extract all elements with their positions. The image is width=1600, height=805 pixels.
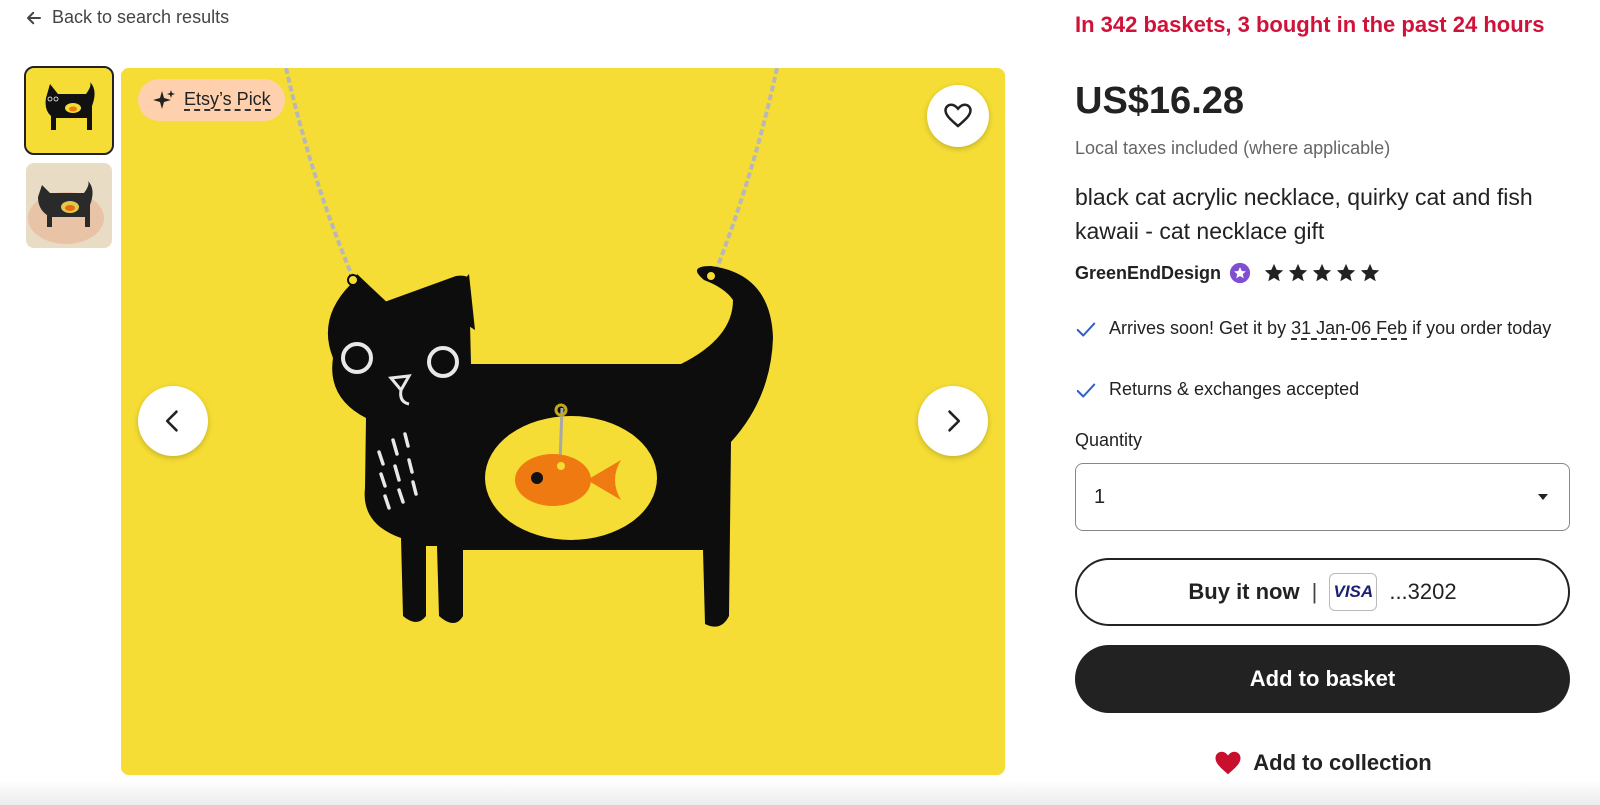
cat-necklace-hand-thumbnail: [26, 163, 112, 248]
previous-image-button[interactable]: [138, 386, 208, 456]
star-icon: [1360, 263, 1380, 282]
thumbnail-1[interactable]: [24, 66, 114, 155]
social-proof-text: In 342 baskets, 3 bought in the past 24 …: [1075, 12, 1545, 37]
checkmark-icon: [1076, 322, 1096, 337]
add-to-collection-button[interactable]: Add to collection: [1075, 748, 1570, 778]
heart-filled-icon: [1215, 751, 1241, 775]
cat-necklace-photo: [121, 68, 1005, 775]
seller-name-link[interactable]: GreenEndDesign: [1075, 263, 1221, 284]
next-image-button[interactable]: [918, 386, 988, 456]
chevron-left-icon: [165, 410, 178, 432]
returns-perk-text: Returns & exchanges accepted: [1109, 379, 1360, 399]
etsys-pick-label: Etsy’s Pick: [184, 89, 271, 111]
product-price: US$16.28: [1075, 80, 1245, 122]
visa-card-icon: VISA: [1329, 573, 1378, 611]
delivery-date-range[interactable]: 31 Jan-06 Feb: [1291, 318, 1408, 340]
card-last-digits: ...3202: [1389, 579, 1457, 604]
quantity-select[interactable]: 1: [1075, 463, 1570, 531]
back-link-label: Back to search results: [52, 7, 230, 27]
sparkle-icon: [153, 90, 175, 109]
back-to-search-link[interactable]: Back to search results: [25, 7, 229, 28]
etsys-pick-badge[interactable]: Etsy’s Pick: [138, 79, 285, 121]
favorite-button[interactable]: [927, 85, 989, 147]
arrow-left-icon: [27, 11, 41, 24]
checkmark-icon: [1076, 383, 1096, 398]
cat-necklace-thumbnail: [26, 68, 112, 153]
buy-it-now-label: Buy it now: [1188, 579, 1300, 604]
buy-it-now-button[interactable]: Buy it now | VISA ...3202: [1075, 558, 1570, 626]
returns-perk: Returns & exchanges accepted: [1075, 376, 1570, 402]
seller-row: GreenEndDesign: [1075, 262, 1381, 284]
delivery-suffix: if you order today: [1407, 318, 1552, 338]
delivery-perk-text: Arrives soon! Get it by 31 Jan-06 Feb if…: [1109, 315, 1551, 341]
thumbnail-list: [24, 66, 114, 258]
star-icon: [1264, 263, 1284, 282]
quantity-value: 1: [1094, 485, 1106, 508]
main-product-image[interactable]: Etsy’s Pick: [121, 68, 1005, 775]
product-title: black cat acrylic necklace, quirky cat a…: [1075, 184, 1533, 244]
caret-down-icon: [1538, 494, 1548, 500]
add-to-collection-label: Add to collection: [1253, 750, 1432, 775]
buy-now-separator: |: [1311, 579, 1318, 604]
rating-stars[interactable]: [1263, 262, 1381, 284]
delivery-prefix: Arrives soon! Get it by: [1109, 318, 1292, 338]
bottom-shadow: [0, 780, 1600, 805]
add-to-basket-button[interactable]: Add to basket: [1075, 645, 1570, 713]
quantity-label: Quantity: [1075, 430, 1143, 450]
thumbnail-2[interactable]: [26, 163, 112, 248]
delivery-perk: Arrives soon! Get it by 31 Jan-06 Feb if…: [1075, 315, 1570, 341]
star-icon: [1288, 263, 1308, 282]
star-seller-icon: [1229, 262, 1251, 284]
heart-outline-icon: [944, 103, 972, 128]
star-icon: [1336, 263, 1356, 282]
star-icon: [1312, 263, 1332, 282]
taxes-note: Local taxes included (where applicable): [1075, 138, 1391, 158]
chevron-right-icon: [948, 410, 961, 432]
